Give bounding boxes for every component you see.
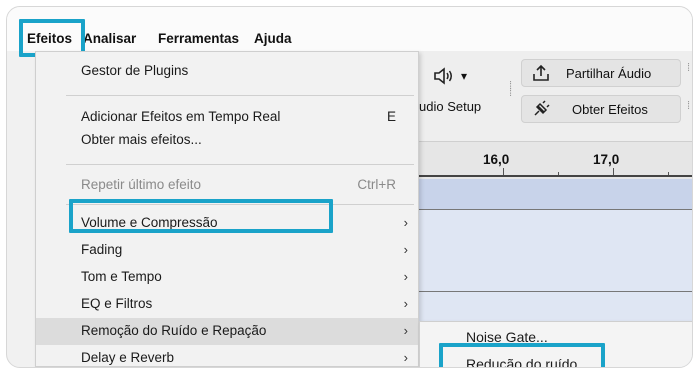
- chevron-right-icon: ›: [403, 215, 408, 230]
- menu-analisar[interactable]: Analisar: [83, 31, 136, 46]
- track-divider: [411, 291, 692, 292]
- reducao-ruido-highlight-box: [439, 343, 605, 367]
- timeline-ruler[interactable]: 16,0 17,0: [411, 141, 692, 180]
- chevron-right-icon: ›: [403, 323, 408, 338]
- menu-item-label: Delay e Reverb: [81, 350, 175, 365]
- menu-item-fading[interactable]: Fading ›: [36, 237, 418, 264]
- menu-item-remocao-ruido[interactable]: Remoção do Ruído e Repação ›: [36, 318, 418, 345]
- audio-setup-label: udio Setup: [419, 99, 482, 114]
- toolbar-grip-right[interactable]: ⁞: [687, 63, 691, 74]
- menu-item-label: EQ e Filtros: [81, 296, 153, 311]
- menu-item-delay-reverb[interactable]: Delay e Reverb ›: [36, 345, 418, 367]
- track-divider: [411, 209, 692, 210]
- menu-item-shortcut: Ctrl+R: [357, 177, 396, 192]
- chevron-right-icon: ›: [403, 350, 408, 365]
- ruler-label-17: 17,0: [593, 152, 620, 167]
- chevron-right-icon: ›: [403, 296, 408, 311]
- menu-item-shortcut: E: [386, 109, 396, 124]
- menu-separator: [66, 164, 414, 165]
- menu-item-eq-filtros[interactable]: EQ e Filtros ›: [36, 291, 418, 318]
- plug-icon: [534, 100, 550, 116]
- menu-item-gestor-plugins[interactable]: Gestor de Plugins: [36, 58, 418, 85]
- get-effects-label: Obter Efeitos: [572, 102, 648, 117]
- volume-compressao-highlight-box: [69, 199, 333, 233]
- menu-item-tom-tempo[interactable]: Tom e Tempo ›: [36, 264, 418, 291]
- toolbar: ▾ udio Setup ⁞ ⁞ Partilhar Áudio Obter Ef…: [411, 51, 692, 141]
- share-audio-button[interactable]: Partilhar Áudio: [521, 59, 681, 87]
- volume-dropdown-arrow: ▾: [461, 69, 468, 83]
- share-audio-label: Partilhar Áudio: [566, 66, 652, 81]
- menu-item-label: Adicionar Efeitos em Tempo Real: [81, 109, 281, 124]
- chevron-right-icon: ›: [403, 269, 408, 284]
- toolbar-grip-right-2[interactable]: ⁞: [687, 101, 691, 112]
- menu-item-repetir-ultimo-efeito: Repetir último efeito Ctrl+R: [36, 172, 418, 199]
- menu-item-label: Gestor de Plugins: [81, 63, 189, 78]
- menu-ferramentas[interactable]: Ferramentas: [158, 31, 239, 46]
- speaker-icon: [434, 67, 452, 85]
- menu-ajuda[interactable]: Ajuda: [254, 31, 292, 46]
- menu-separator: [66, 95, 414, 96]
- menu-bar: Efeitos Analisar Ferramentas Ajuda: [7, 7, 692, 51]
- menu-item-label: Fading: [81, 242, 123, 257]
- get-effects-button[interactable]: Obter Efeitos: [521, 95, 681, 123]
- ruler-baseline: [411, 175, 692, 177]
- menu-item-label: Remoção do Ruído e Repação: [81, 323, 267, 338]
- ruler-label-16: 16,0: [483, 152, 510, 167]
- menu-item-label: Tom e Tempo: [81, 269, 162, 284]
- toolbar-grip[interactable]: ⁞ ⁞: [509, 81, 513, 99]
- track-selection-band: [411, 179, 692, 209]
- app-window: Efeitos Analisar Ferramentas Ajuda ▾ udi…: [6, 6, 693, 368]
- menu-item-label: Repetir último efeito: [81, 177, 202, 192]
- audio-setup-button[interactable]: ▾ udio Setup: [411, 57, 503, 117]
- menu-item-obter-mais-efeitos[interactable]: Obter mais efeitos...: [36, 127, 418, 154]
- chevron-right-icon: ›: [403, 242, 408, 257]
- upload-icon: [533, 64, 549, 81]
- menu-item-label: Obter mais efeitos...: [81, 132, 202, 147]
